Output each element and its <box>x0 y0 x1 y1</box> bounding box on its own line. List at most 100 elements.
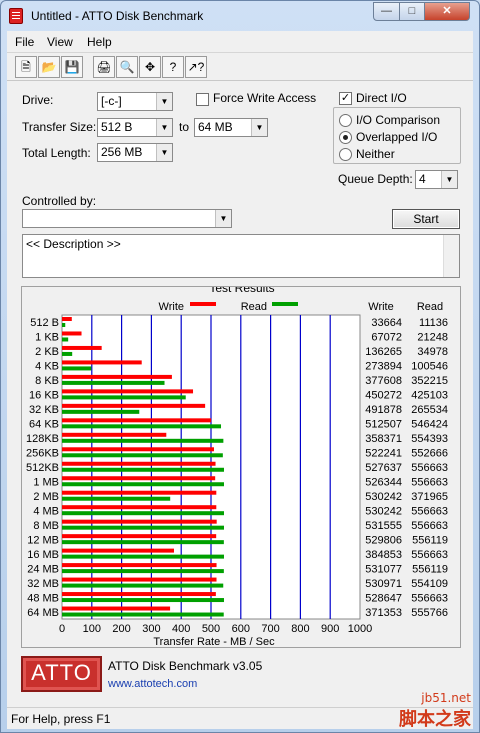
menu-view[interactable]: View <box>47 35 73 49</box>
total-length-label: Total Length: <box>22 146 91 160</box>
write-bar <box>62 360 142 365</box>
x-tick-label: 900 <box>321 623 339 635</box>
description-scrollbar[interactable] <box>443 235 459 277</box>
read-bar <box>62 351 73 356</box>
write-bar <box>62 389 194 394</box>
description-textarea[interactable]: << Description >> <box>22 234 460 278</box>
read-value: 556119 <box>412 563 448 575</box>
total-length-value: 256 MB <box>101 145 143 159</box>
write-value: 384853 <box>365 549 402 561</box>
watermark: jb51.net 脚本之家 <box>399 691 471 731</box>
controlled-by-select[interactable]: ▼ <box>22 209 232 228</box>
write-bar <box>62 592 216 597</box>
read-value: 100546 <box>411 361 448 373</box>
read-bar <box>62 380 165 385</box>
write-bar <box>62 374 172 379</box>
read-bar <box>62 612 224 617</box>
write-value: 531077 <box>365 563 402 575</box>
legend-write-swatch <box>190 302 216 306</box>
overlapped-io-radio[interactable] <box>339 131 352 144</box>
category-label: 12 MB <box>27 534 59 546</box>
start-button[interactable]: Start <box>392 209 460 229</box>
read-value: 34978 <box>417 346 448 358</box>
overlapped-io-label: Overlapped I/O <box>356 130 438 144</box>
write-bar <box>62 548 174 553</box>
x-tick-label: 500 <box>202 623 220 635</box>
total-length-select[interactable]: 256 MB ▼ <box>97 143 173 162</box>
force-write-label: Force Write Access <box>213 91 317 105</box>
category-label: 16 KB <box>29 390 59 402</box>
category-label: 256KB <box>26 448 59 460</box>
x-tick-label: 100 <box>83 623 101 635</box>
close-button[interactable]: ✕ <box>424 2 470 21</box>
write-bar <box>62 476 216 481</box>
write-value: 136265 <box>365 346 402 358</box>
write-value: 33664 <box>371 317 402 329</box>
app-icon[interactable] <box>9 8 23 24</box>
drive-select[interactable]: [-c-] ▼ <box>97 92 173 111</box>
x-tick-label: 400 <box>172 623 190 635</box>
main-panel: Drive: [-c-] ▼ Force Write Access ✓ Dire… <box>7 81 473 707</box>
neither-radio[interactable] <box>339 148 352 161</box>
write-value: 371353 <box>365 607 402 619</box>
category-label: 8 KB <box>35 375 59 387</box>
write-bar <box>62 490 217 495</box>
transfer-size-from-select[interactable]: 512 B ▼ <box>97 118 173 137</box>
write-bar <box>62 432 167 437</box>
write-bar <box>62 345 102 350</box>
queue-depth-select[interactable]: 4 ▼ <box>415 170 458 189</box>
window-title: Untitled - ATTO Disk Benchmark <box>31 9 204 23</box>
atto-logo: ATTO <box>21 656 102 692</box>
move-icon[interactable]: ✥ <box>139 56 161 78</box>
title-bar[interactable]: Untitled - ATTO Disk Benchmark — □ ✕ <box>1 1 479 31</box>
print-preview-icon[interactable]: 🔍 <box>116 56 138 78</box>
print-icon[interactable]: 🖨 <box>93 56 115 78</box>
write-value: 377608 <box>365 375 402 387</box>
category-label: 64 KB <box>29 419 59 431</box>
force-write-checkbox[interactable] <box>196 93 209 106</box>
watermark-name: 脚本之家 <box>399 709 471 730</box>
minimize-button[interactable]: — <box>373 2 400 21</box>
read-bar <box>62 511 224 516</box>
read-value: 11136 <box>419 317 448 329</box>
results-title: Test Results <box>209 287 274 295</box>
save-icon[interactable]: 💾 <box>61 56 83 78</box>
category-label: 1 MB <box>33 476 59 488</box>
read-value: 554393 <box>411 433 448 445</box>
x-tick-label: 600 <box>232 623 250 635</box>
transfer-size-to-select[interactable]: 64 MB ▼ <box>194 118 268 137</box>
x-axis-label: Transfer Rate - MB / Sec <box>153 636 275 648</box>
write-value: 67072 <box>371 332 402 344</box>
write-bar <box>62 534 217 539</box>
toolbar: 🗎 📂 💾 🖨 🔍 ✥ ? ↗? <box>7 53 473 81</box>
read-value: 555766 <box>411 607 448 619</box>
direct-io-checkbox[interactable]: ✓ <box>339 92 352 105</box>
to-label: to <box>179 120 190 134</box>
chevron-down-icon: ▼ <box>156 144 172 161</box>
category-label: 2 MB <box>33 491 59 503</box>
write-bar <box>62 403 206 408</box>
x-tick-label: 700 <box>261 623 279 635</box>
read-bar <box>62 598 224 603</box>
write-value: 526344 <box>365 476 402 488</box>
write-bar <box>62 461 216 466</box>
write-value: 529806 <box>365 534 402 546</box>
menu-help[interactable]: Help <box>87 35 112 49</box>
watermark-site: jb51.net <box>421 691 471 705</box>
maximize-button[interactable]: □ <box>399 2 425 21</box>
category-label: 512KB <box>26 462 59 474</box>
open-icon[interactable]: 📂 <box>38 56 60 78</box>
chevron-down-icon: ▼ <box>156 119 172 136</box>
write-value: 491878 <box>365 404 402 416</box>
results-chart: Test Results Write Read Write Read 0 100 2… <box>26 287 448 648</box>
menu-file[interactable]: File <box>15 35 34 49</box>
read-bar <box>62 554 224 559</box>
new-icon[interactable]: 🗎 <box>15 56 37 78</box>
help-icon[interactable]: ? <box>162 56 184 78</box>
read-bar <box>62 467 224 472</box>
website-link[interactable]: www.attotech.com <box>108 678 197 690</box>
io-comparison-radio[interactable] <box>339 114 352 127</box>
write-value: 512507 <box>365 419 402 431</box>
transfer-from-value: 512 B <box>101 120 133 134</box>
context-help-icon[interactable]: ↗? <box>185 56 207 78</box>
